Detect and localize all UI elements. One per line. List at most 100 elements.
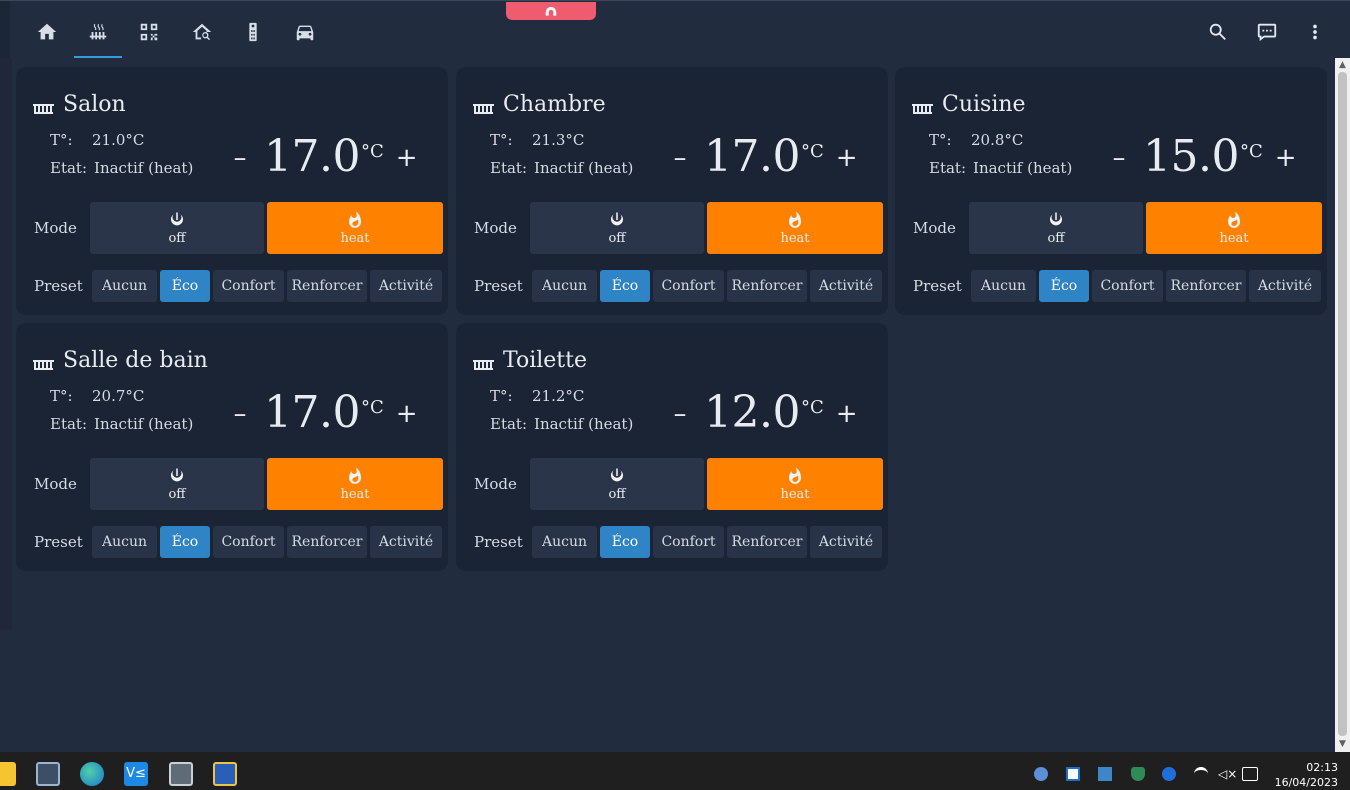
target-temp-value: 17.0: [264, 131, 360, 182]
preset-button[interactable]: Confort: [653, 526, 724, 558]
preset-button[interactable]: Éco: [1039, 270, 1089, 302]
mode-off-button[interactable]: off: [530, 458, 704, 510]
preset-button[interactable]: Aucun: [92, 526, 157, 558]
preset-button[interactable]: Renforcer: [1166, 270, 1246, 302]
preset-button[interactable]: Éco: [160, 526, 210, 558]
battery-icon[interactable]: [1242, 767, 1258, 781]
mode-heat-button[interactable]: heat: [267, 458, 443, 510]
current-temp-row: T°: 21.0°C: [50, 131, 144, 149]
overflow-menu-button[interactable]: [1298, 15, 1332, 49]
mode-label: Mode: [913, 219, 956, 237]
mode-off-button[interactable]: off: [530, 202, 704, 254]
store-icon[interactable]: [36, 762, 60, 786]
preset-button[interactable]: Confort: [213, 526, 284, 558]
tab-car[interactable]: [288, 15, 322, 49]
mode-heat-button[interactable]: heat: [267, 202, 443, 254]
taskbar-clock[interactable]: 02:13 16/04/2023: [1268, 760, 1338, 790]
decrease-temp-button[interactable]: –: [230, 143, 250, 173]
mode-heat-button[interactable]: heat: [707, 202, 883, 254]
dashlane-icon[interactable]: [1066, 767, 1080, 781]
preset-button[interactable]: Confort: [653, 270, 724, 302]
pull-down-tab[interactable]: [506, 2, 596, 20]
preset-button[interactable]: Confort: [1092, 270, 1163, 302]
network-app-icon[interactable]: [213, 762, 237, 786]
volume-muted-icon[interactable]: ◁×: [1218, 767, 1237, 781]
preset-button[interactable]: Activité: [370, 526, 442, 558]
mode-off-button[interactable]: off: [90, 202, 264, 254]
mode-heat-label: heat: [780, 230, 810, 246]
mode-off-button[interactable]: off: [969, 202, 1143, 254]
clock-time: 02:13: [1306, 761, 1338, 774]
preset-button[interactable]: Renforcer: [727, 526, 807, 558]
scroll-up-arrow[interactable]: ▲: [1338, 61, 1347, 70]
state-key: Etat:: [490, 159, 528, 177]
preset-button[interactable]: Aucun: [532, 526, 597, 558]
preset-button[interactable]: Activité: [810, 526, 882, 558]
increase-temp-button[interactable]: +: [396, 399, 418, 429]
current-temp-value: 20.8°C: [971, 131, 1024, 149]
edge-icon[interactable]: [80, 762, 104, 786]
calculator-icon[interactable]: [169, 762, 193, 786]
mode-heat-button[interactable]: heat: [707, 458, 883, 510]
pen-icon[interactable]: [1034, 767, 1048, 781]
tab-house[interactable]: [185, 15, 219, 49]
target-temp-value: 12.0: [704, 387, 800, 438]
bluetooth-icon[interactable]: [1162, 767, 1176, 781]
card-header: Chambre: [473, 89, 606, 119]
decrease-temp-button[interactable]: –: [670, 143, 690, 173]
preset-group: Aucun Éco Confort Renforcer Activité: [532, 270, 882, 302]
preset-button[interactable]: Aucun: [971, 270, 1036, 302]
chevron-up-icon: [545, 6, 557, 16]
tab-scanner[interactable]: [132, 15, 166, 49]
state-key: Etat:: [929, 159, 967, 177]
preset-button[interactable]: Renforcer: [727, 270, 807, 302]
preset-label: Preset: [34, 533, 83, 551]
preset-button[interactable]: Éco: [600, 270, 650, 302]
preset-button[interactable]: Activité: [370, 270, 442, 302]
scroll-down-arrow[interactable]: ▼: [1338, 740, 1347, 749]
assist-button[interactable]: [1250, 15, 1284, 49]
current-temp-value: 21.2°C: [532, 387, 585, 405]
thermostat-card: Toilette T°: 21.2°C Etat: Inactif (heat) –…: [456, 323, 888, 571]
increase-temp-button[interactable]: +: [836, 399, 858, 429]
tab-heating[interactable]: [74, 15, 122, 58]
app-icon[interactable]: [1098, 767, 1112, 781]
increase-temp-button[interactable]: +: [836, 143, 858, 173]
preset-button[interactable]: Activité: [810, 270, 882, 302]
preset-button[interactable]: Confort: [213, 270, 284, 302]
preset-button[interactable]: Aucun: [532, 270, 597, 302]
defender-icon[interactable]: [1131, 767, 1145, 781]
mode-off-button[interactable]: off: [90, 458, 264, 510]
home-icon: [37, 23, 57, 40]
decrease-temp-button[interactable]: –: [1109, 143, 1129, 173]
scrollbar-thumb[interactable]: [1338, 72, 1347, 736]
tab-home[interactable]: [30, 15, 64, 49]
tab-remote[interactable]: [236, 15, 270, 49]
radiator-icon: [473, 360, 494, 370]
file-explorer-icon[interactable]: [0, 762, 16, 786]
wifi-icon[interactable]: [1194, 767, 1208, 781]
radiator-icon: [912, 104, 933, 114]
state-row: Etat: Inactif (heat): [50, 159, 193, 177]
target-temp-control: – 12.0 °C +: [670, 385, 858, 441]
thermostat-card: Salle de bain T°: 20.7°C Etat: Inactif (he…: [16, 323, 448, 571]
preset-button[interactable]: Éco: [160, 270, 210, 302]
decrease-temp-button[interactable]: –: [230, 399, 250, 429]
vscode-icon[interactable]: V≤: [124, 762, 148, 786]
preset-button[interactable]: Renforcer: [287, 270, 367, 302]
target-temp-unit: °C: [1239, 141, 1263, 162]
mode-heat-button[interactable]: heat: [1146, 202, 1322, 254]
state-value: Inactif (heat): [973, 159, 1073, 177]
preset-button[interactable]: Éco: [600, 526, 650, 558]
increase-temp-button[interactable]: +: [396, 143, 418, 173]
preset-button[interactable]: Activité: [1249, 270, 1321, 302]
preset-button[interactable]: Aucun: [92, 270, 157, 302]
scrollbar[interactable]: ▲ ▼: [1335, 58, 1350, 752]
preset-button[interactable]: Renforcer: [287, 526, 367, 558]
decrease-temp-button[interactable]: –: [670, 399, 690, 429]
target-temp-control: – 17.0 °C +: [230, 129, 418, 185]
increase-temp-button[interactable]: +: [1275, 143, 1297, 173]
card-header: Salon: [33, 89, 126, 119]
search-button[interactable]: [1201, 15, 1235, 49]
search-icon: [1209, 23, 1226, 40]
